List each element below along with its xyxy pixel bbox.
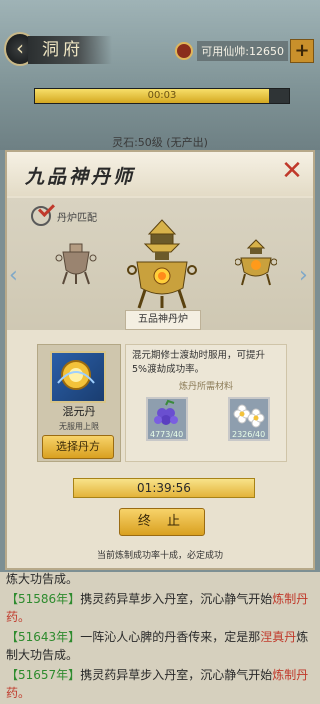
log-year: 【51657年】: [6, 668, 81, 682]
furnace-name-plate: 五品神丹炉: [125, 310, 201, 330]
pill-box: 混元丹 无服用上限 选择丹方: [37, 344, 121, 462]
log-highlight: 涅真丹: [260, 630, 297, 644]
material-slot[interactable]: 2326/40: [228, 397, 270, 441]
choose-recipe-button[interactable]: 选择丹方: [42, 435, 114, 459]
selected-furnace-icon[interactable]: [127, 218, 197, 310]
panel-title: 九品神丹师: [25, 166, 136, 188]
stop-button[interactable]: 终 止: [119, 508, 205, 536]
spirit-coin-icon: [175, 42, 194, 60]
furnace-match-label: 丹炉匹配: [57, 213, 97, 224]
spirit-counter: 可用仙帅:12650 +: [175, 39, 314, 63]
materials-title: 炼丹所需材料: [178, 382, 233, 392]
add-spirit-button[interactable]: +: [290, 39, 314, 63]
pill-description: 混元期修士渡劫时服用，可提升5%渡劫成功率。: [132, 350, 266, 375]
pill-name: 混元丹: [62, 405, 96, 418]
next-furnace-arrow-icon[interactable]: ›: [299, 264, 311, 288]
material-count: 4773/40: [150, 430, 184, 439]
prev-furnace-arrow-icon[interactable]: ‹: [9, 264, 21, 288]
progress-text: 00:03: [147, 90, 177, 101]
progress-bar: 00:03: [34, 88, 290, 104]
furnace-match-icon: [31, 206, 51, 226]
success-hint: 当前炼制成功率十成，必定成功: [96, 551, 223, 561]
pill-hunyuan-icon[interactable]: [50, 351, 106, 403]
log-text: 一阵沁人心脾的丹香传来，定是那: [80, 630, 261, 644]
material-count: 2326/40: [232, 430, 266, 439]
log-year: 【51586年】: [6, 592, 81, 606]
log-line: 【51657年】携灵药异草步入丹室，沉心静气开始炼制丹药。: [6, 666, 316, 702]
log-text: 携灵药异草步入丹室，沉心静气开始: [80, 592, 273, 606]
log-line: 【51586年】携灵药异草步入丹室，沉心静气开始炼制丹药。: [6, 590, 316, 626]
background-mist: [0, 0, 320, 150]
event-log: 炼大功告成。 【51586年】携灵药异草步入丹室，沉心静气开始炼制丹药。 【51…: [0, 572, 320, 704]
furnace-left-icon[interactable]: [55, 240, 97, 286]
furnace-right-icon[interactable]: [235, 238, 277, 286]
pill-detail-box: 混元期修士渡劫时服用，可提升5%渡劫成功率。 炼丹所需材料 4773/40 23…: [125, 344, 287, 462]
close-button[interactable]: ✕: [279, 158, 305, 184]
log-line: 【51643年】一阵沁人心脾的丹香传来，定是那涅真丹炼制大功告成。: [6, 628, 316, 664]
pill-limit: 无服用上限: [59, 422, 99, 431]
spirit-amount: 可用仙帅:12650: [197, 41, 288, 61]
top-bar: ‹ 洞府 可用仙帅:12650 +: [0, 30, 320, 72]
refining-timer: 01:39:56: [73, 478, 255, 498]
log-text: 携灵药异草步入丹室，沉心静气开始: [80, 668, 273, 682]
material-slot[interactable]: 4773/40: [146, 397, 188, 441]
page-title: 洞府: [28, 36, 112, 64]
panel-header: 九品神丹师 ✕: [7, 152, 313, 196]
alchemy-panel: 九品神丹师 ✕ 丹炉匹配 ‹ › 五品神丹炉 混元丹 无服用上限 选择丹方 混元…: [5, 150, 315, 570]
log-year: 【51643年】: [6, 630, 81, 644]
spirit-stone-status: 灵石:50级 (无产出): [112, 136, 208, 149]
log-line-partial: 炼大功告成。: [6, 572, 79, 586]
